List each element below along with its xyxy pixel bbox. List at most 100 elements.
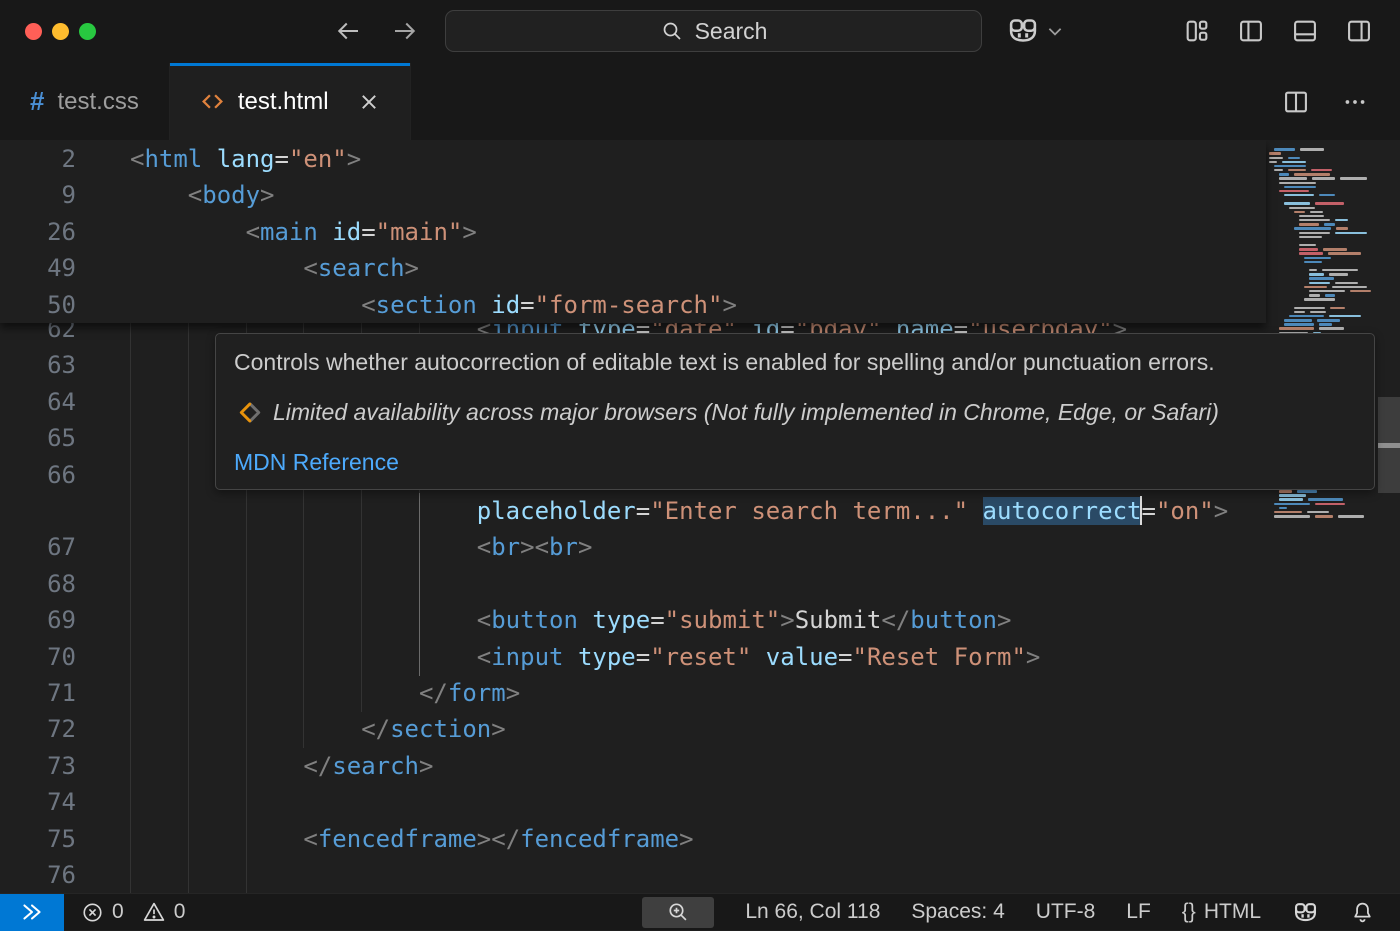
code-line[interactable]: 74: [0, 784, 1266, 821]
notifications-bell-icon[interactable]: [1350, 900, 1375, 925]
line-number[interactable]: 71: [0, 675, 76, 712]
code-line[interactable]: 75 <fencedframe></fencedframe>: [0, 821, 1266, 858]
minimap-line: [1340, 177, 1367, 179]
code-line[interactable]: 76: [0, 857, 1266, 893]
more-actions-icon[interactable]: [1342, 89, 1368, 115]
line-number[interactable]: 26: [0, 214, 76, 251]
token: lang: [217, 145, 275, 173]
minimap-line: [1310, 211, 1323, 213]
sticky-code-line[interactable]: 2 <html lang="en">: [0, 141, 1132, 178]
title-bar: Search: [0, 0, 1400, 63]
line-number[interactable]: 64: [0, 384, 76, 421]
token: >: [462, 218, 476, 246]
token: id: [332, 218, 361, 246]
sticky-code-line[interactable]: 9 <body>: [0, 177, 1132, 214]
tab-label: test.html: [238, 88, 329, 116]
cursor-position[interactable]: Ln 66, Col 118: [745, 900, 880, 924]
toggle-secondary-sidebar-icon[interactable]: [1345, 17, 1373, 45]
sticky-code-line[interactable]: 26 <main id="main">: [0, 214, 1132, 251]
editor-pane[interactable]: 62 <input type="date" id="bday" name="us…: [0, 140, 1400, 893]
code-text: </form>: [130, 675, 520, 712]
minimap-line: [1274, 165, 1306, 167]
toggle-panel-icon[interactable]: [1291, 17, 1319, 45]
split-editor-icon[interactable]: [1282, 88, 1310, 116]
token: [563, 643, 577, 671]
line-number[interactable]: 63: [0, 347, 76, 384]
tooltip-availability-note: Limited availability across major browse…: [273, 399, 1219, 426]
code-text: </search>: [130, 748, 433, 785]
warning-count: 0: [174, 900, 186, 924]
line-number[interactable]: 69: [0, 602, 76, 639]
token: section: [376, 291, 477, 319]
line-number[interactable]: 2: [0, 141, 76, 178]
minimap-line: [1299, 244, 1316, 246]
line-number[interactable]: 66: [0, 457, 76, 494]
code-line[interactable]: 68: [0, 566, 1266, 603]
window-controls[interactable]: [25, 23, 96, 40]
line-number[interactable]: 49: [0, 250, 76, 287]
token: button: [910, 606, 997, 634]
eol-setting[interactable]: LF: [1126, 900, 1151, 924]
code-line[interactable]: 72 </section>: [0, 711, 1266, 748]
line-number[interactable]: 65: [0, 420, 76, 457]
code-line[interactable]: 70 <input type="reset" value="Reset Form…: [0, 639, 1266, 676]
language-mode[interactable]: {} HTML: [1182, 900, 1261, 924]
sticky-scroll[interactable]: 2 <html lang="en">9 <body>26 <main id="ma…: [0, 140, 1266, 323]
minimap-line: [1294, 227, 1331, 229]
minimap[interactable]: [1266, 140, 1378, 893]
command-center-search[interactable]: Search: [445, 10, 982, 52]
copilot-menu-button[interactable]: [1006, 14, 1064, 48]
code-line[interactable]: 71 </form>: [0, 675, 1266, 712]
token: <: [188, 181, 202, 209]
toggle-primary-sidebar-icon[interactable]: [1237, 17, 1265, 45]
minimap-line: [1304, 298, 1335, 300]
line-number[interactable]: 75: [0, 821, 76, 858]
sticky-code-line[interactable]: 49 <search>: [0, 250, 1132, 287]
problems-indicator[interactable]: 0 0: [81, 900, 195, 924]
code-line[interactable]: 69 <button type="submit">Submit</button>: [0, 602, 1266, 639]
maximize-window-button[interactable]: [79, 23, 96, 40]
vertical-scrollbar[interactable]: [1378, 140, 1400, 893]
line-number[interactable]: 73: [0, 748, 76, 785]
line-number[interactable]: 72: [0, 711, 76, 748]
code-line[interactable]: 67 <br><br>: [0, 529, 1266, 566]
close-window-button[interactable]: [25, 23, 42, 40]
overview-ruler-cursor-marker: [1378, 443, 1400, 448]
forward-arrow-icon[interactable]: [390, 16, 420, 46]
close-tab-icon[interactable]: [358, 91, 380, 113]
indentation-setting[interactable]: Spaces: 4: [911, 900, 1004, 924]
tab-label: test.css: [57, 88, 138, 116]
line-number[interactable]: 70: [0, 639, 76, 676]
encoding-setting[interactable]: UTF-8: [1036, 900, 1096, 924]
sticky-code-line[interactable]: 50 <section id="form-search">: [0, 287, 1132, 324]
line-number[interactable]: 9: [0, 177, 76, 214]
code-text: <button type="submit">Submit</button>: [130, 602, 1011, 639]
code-line[interactable]: placeholder="Enter search term..." autoc…: [0, 493, 1266, 530]
minimap-line: [1294, 173, 1329, 175]
line-number[interactable]: 67: [0, 529, 76, 566]
code-text: <html lang="en">: [130, 141, 361, 178]
back-arrow-icon[interactable]: [333, 16, 363, 46]
customize-layout-icon[interactable]: [1183, 17, 1211, 45]
indent-guide: [361, 566, 362, 603]
indent-guide: [188, 784, 189, 821]
code-text: placeholder="Enter search term..." autoc…: [130, 493, 1228, 530]
minimap-line: [1325, 294, 1334, 296]
mdn-reference-link[interactable]: MDN Reference: [234, 449, 399, 476]
token: "submit": [665, 606, 781, 634]
line-number[interactable]: 68: [0, 566, 76, 603]
tab-test-html[interactable]: test.html: [170, 63, 411, 140]
code-line[interactable]: 73 </search>: [0, 748, 1266, 785]
line-number[interactable]: 74: [0, 784, 76, 821]
token: html: [144, 145, 202, 173]
token: ></: [477, 825, 520, 853]
line-number[interactable]: 50: [0, 287, 76, 324]
copilot-status-icon[interactable]: [1292, 899, 1319, 926]
remote-indicator[interactable]: [0, 894, 64, 931]
zoom-indicator[interactable]: [642, 897, 714, 928]
indent-guide: [130, 857, 131, 893]
line-number[interactable]: 76: [0, 857, 76, 893]
minimize-window-button[interactable]: [52, 23, 69, 40]
tab-test-css[interactable]: # test.css: [0, 63, 170, 140]
minimap-line: [1312, 177, 1336, 179]
